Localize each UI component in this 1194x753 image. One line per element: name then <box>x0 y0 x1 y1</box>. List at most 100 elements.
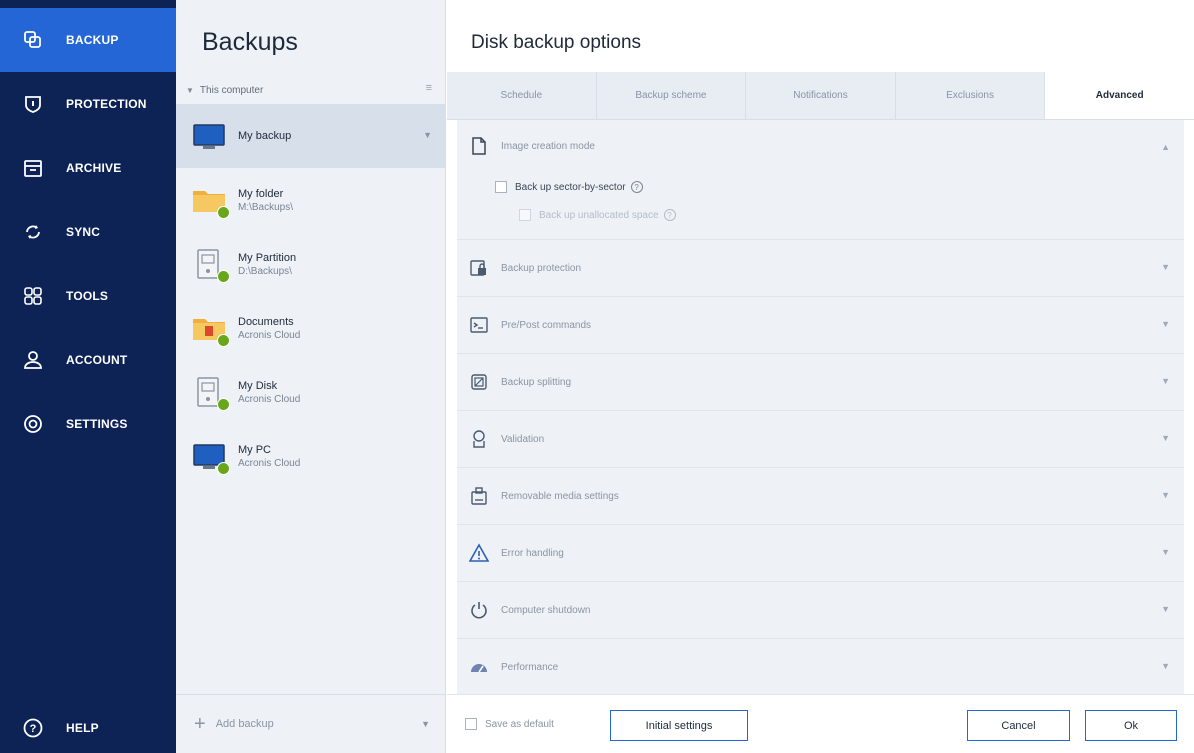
nav-label-backup: BACKUP <box>66 33 119 47</box>
section-backup-protection[interactable]: Backup protection ▼ <box>457 240 1184 297</box>
backup-destination: D:\Backups\ <box>238 265 292 277</box>
nav-item-backup[interactable]: BACKUP <box>0 8 176 72</box>
ok-button[interactable]: Ok <box>1085 710 1177 741</box>
nav-item-help[interactable]: ? HELP <box>0 696 176 753</box>
chevron-down-icon[interactable]: ▼ <box>1161 661 1170 671</box>
unallocated-space-label: Back up unallocated space <box>539 209 659 221</box>
backup-item-documents[interactable]: Documents Acronis Cloud <box>176 296 446 360</box>
monitor-icon <box>190 117 228 155</box>
removable-media-icon <box>469 486 489 506</box>
advanced-options-list: Image creation mode ▲ Back up sector-by-… <box>457 120 1184 694</box>
backup-item-my-disk[interactable]: My Disk Acronis Cloud <box>176 360 446 424</box>
archive-icon <box>22 157 44 179</box>
tab-notifications[interactable]: Notifications <box>746 72 896 119</box>
help-icon[interactable]: ? <box>630 181 643 193</box>
svg-text:?: ? <box>30 723 37 735</box>
tab-backup-scheme[interactable]: Backup scheme <box>597 72 747 119</box>
chevron-down-icon[interactable]: ▼ <box>421 719 430 729</box>
shield-icon <box>22 93 44 115</box>
nav-label-tools: TOOLS <box>66 289 109 303</box>
help-icon: ? <box>22 717 44 739</box>
backup-destination: Acronis Cloud <box>238 457 301 469</box>
option-sector-by-sector[interactable]: Back up sector-by-sector ? <box>495 181 643 193</box>
backup-name: My PC <box>238 443 271 456</box>
nav-item-settings[interactable]: SETTINGS <box>0 392 176 456</box>
section-removable-media-settings[interactable]: Removable media settings ▼ <box>457 468 1184 525</box>
nav-label-help: HELP <box>66 721 99 735</box>
power-icon <box>469 600 489 620</box>
nav-label-account: ACCOUNT <box>66 353 128 367</box>
nav-item-protection[interactable]: PROTECTION <box>0 72 176 136</box>
add-backup-button[interactable]: + Add backup ▼ <box>176 694 446 753</box>
section-label: Backup splitting <box>501 376 572 388</box>
cancel-button[interactable]: Cancel <box>967 710 1070 741</box>
nav-label-settings: SETTINGS <box>66 417 128 431</box>
backup-name: My backup <box>238 130 292 142</box>
sector-by-sector-checkbox[interactable] <box>495 181 507 193</box>
backup-name: My Partition <box>238 251 297 264</box>
save-as-default-label: Save as default <box>485 718 554 730</box>
backup-destination: Acronis Cloud <box>238 329 301 341</box>
add-backup-label: Add backup <box>215 718 274 730</box>
option-unallocated-space: Back up unallocated space ? <box>519 209 676 221</box>
tools-grid-icon <box>22 285 44 307</box>
backup-item-my-pc[interactable]: My PC Acronis Cloud <box>176 424 446 488</box>
backup-destination: Acronis Cloud <box>238 393 301 405</box>
section-label: Performance <box>501 661 559 673</box>
gauge-icon <box>469 657 489 677</box>
section-label: Validation <box>501 433 545 445</box>
chevron-down-icon[interactable]: ▼ <box>423 130 432 140</box>
section-computer-shutdown[interactable]: Computer shutdown ▼ <box>457 582 1184 639</box>
partition-icon <box>190 245 230 283</box>
initial-settings-button[interactable]: Initial settings <box>610 710 748 741</box>
backup-item-my-backup[interactable]: My backup ▼ <box>176 104 446 168</box>
backup-item-my-partition[interactable]: My Partition D:\Backups\ <box>176 232 446 296</box>
chevron-down-icon[interactable]: ▼ <box>1161 319 1170 329</box>
status-ok-icon <box>217 206 230 219</box>
collapse-arrow-icon: ▼ <box>186 85 194 95</box>
nav-label-protection: PROTECTION <box>66 97 147 111</box>
section-label: Pre/Post commands <box>501 319 592 331</box>
nav-item-sync[interactable]: SYNC <box>0 200 176 264</box>
backup-destination: M:\Backups\ <box>238 201 294 213</box>
status-ok-icon <box>217 462 230 475</box>
section-validation[interactable]: Validation ▼ <box>457 411 1184 468</box>
options-footer: Save as default Initial settings Cancel … <box>447 694 1194 753</box>
chevron-down-icon[interactable]: ▼ <box>1161 604 1170 614</box>
chevron-down-icon[interactable]: ▼ <box>1161 547 1170 557</box>
section-label: Image creation mode <box>501 140 595 152</box>
documents-icon <box>190 309 230 347</box>
chevron-down-icon[interactable]: ▼ <box>1161 433 1170 443</box>
tab-advanced[interactable]: Advanced <box>1045 72 1194 119</box>
page-title: Disk backup options <box>471 32 642 53</box>
chevron-down-icon[interactable]: ▼ <box>1161 490 1170 500</box>
tab-exclusions[interactable]: Exclusions <box>896 72 1046 119</box>
section-pre-post-commands[interactable]: Pre/Post commands ▼ <box>457 297 1184 354</box>
nav-item-tools[interactable]: TOOLS <box>0 264 176 328</box>
section-error-handling[interactable]: Error handling ▼ <box>457 525 1184 582</box>
section-performance[interactable]: Performance ▼ <box>457 639 1184 694</box>
folder-icon <box>190 181 230 219</box>
chevron-down-icon[interactable]: ▼ <box>1161 262 1170 272</box>
section-header-image-creation-mode[interactable]: Image creation mode <box>469 136 595 156</box>
backup-icon <box>22 29 44 51</box>
save-as-default-option[interactable]: Save as default <box>465 718 554 730</box>
split-icon <box>469 372 489 392</box>
nav-item-account[interactable]: ACCOUNT <box>0 328 176 392</box>
group-header-this-computer[interactable]: ▼ This computer ≡ <box>186 82 438 98</box>
tab-schedule[interactable]: Schedule <box>447 72 597 119</box>
section-label: Error handling <box>501 547 564 559</box>
help-icon: ? <box>663 209 676 221</box>
chevron-down-icon[interactable]: ▼ <box>1161 376 1170 386</box>
backup-item-my-folder[interactable]: My folder M:\Backups\ <box>176 168 446 232</box>
chevron-up-icon[interactable]: ▲ <box>1161 142 1170 152</box>
section-label: Removable media settings <box>501 490 619 502</box>
nav-label-sync: SYNC <box>66 225 101 239</box>
account-icon <box>22 349 44 371</box>
nav-item-archive[interactable]: ARCHIVE <box>0 136 176 200</box>
sort-menu-icon[interactable]: ≡ <box>426 82 432 94</box>
status-ok-icon <box>217 398 230 411</box>
settings-icon <box>22 413 44 435</box>
save-as-default-checkbox[interactable] <box>465 718 477 730</box>
section-backup-splitting[interactable]: Backup splitting ▼ <box>457 354 1184 411</box>
